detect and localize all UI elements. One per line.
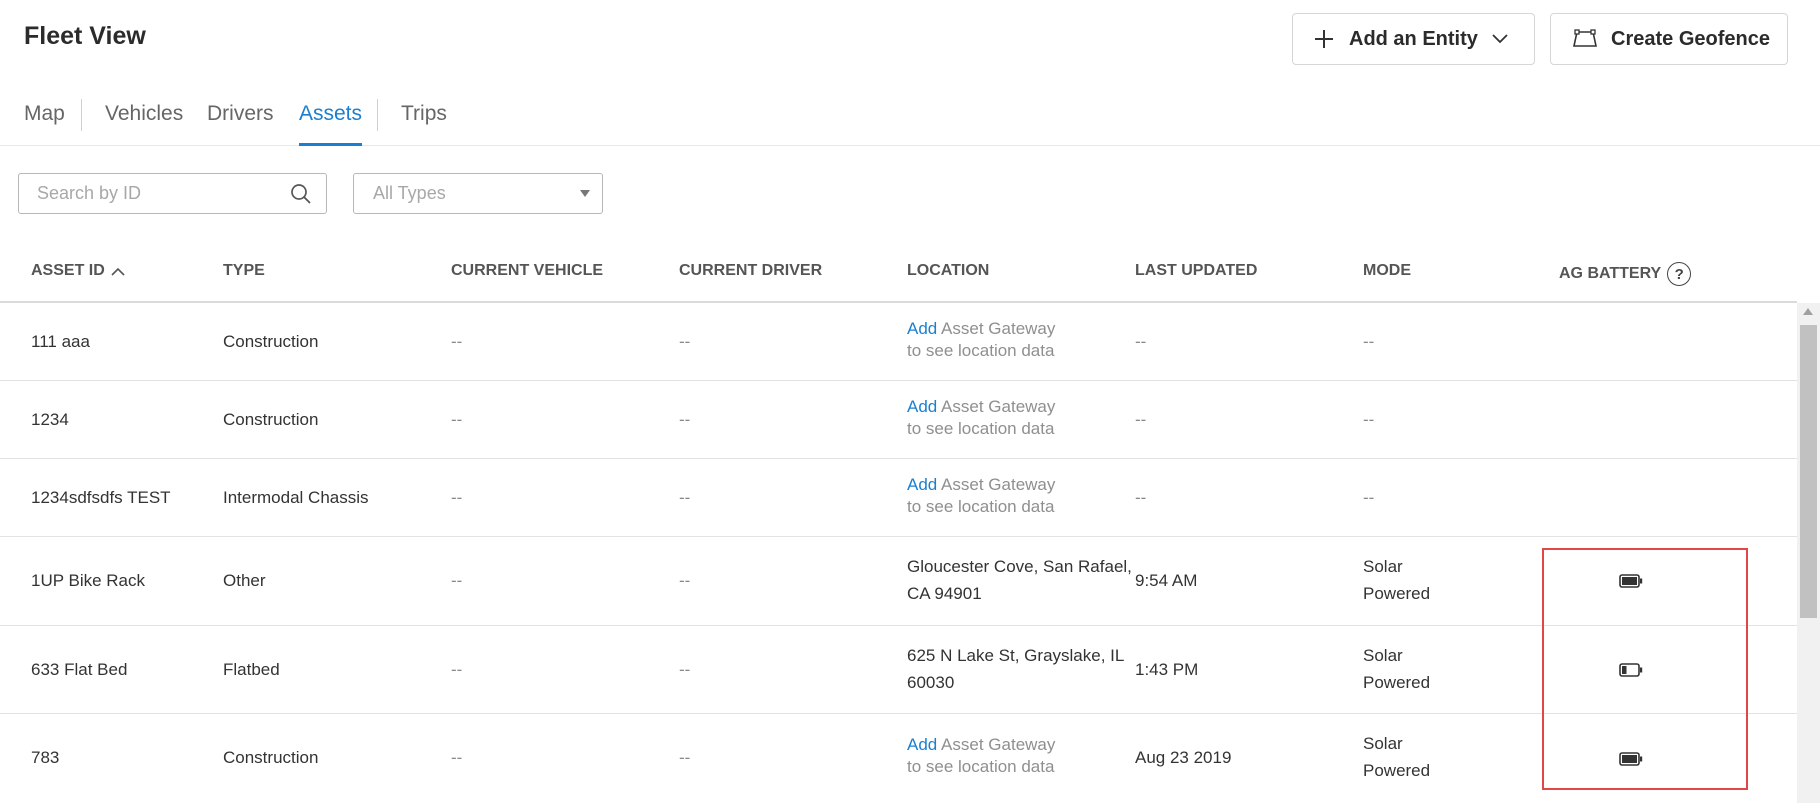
last-updated-cell: -- <box>1135 410 1147 429</box>
last-updated-cell: 9:54 AM <box>1135 571 1198 590</box>
search-input[interactable] <box>37 183 290 204</box>
add-asset-gateway-link[interactable]: Add <box>907 397 937 416</box>
add-asset-gateway-link[interactable]: Add <box>907 735 937 754</box>
search-box <box>18 173 327 214</box>
location-hint-text: Asset Gateway <box>941 735 1056 754</box>
add-entity-label: Add an Entity <box>1349 27 1478 50</box>
vertical-scrollbar[interactable] <box>1797 303 1820 803</box>
mode-cell: -- <box>1363 488 1375 507</box>
vehicle-cell: -- <box>451 488 463 507</box>
location-cell: Add Asset Gateway to see location data <box>907 318 1055 362</box>
table-row[interactable]: 111 aaa Construction -- -- Add Asset Gat… <box>0 303 1797 381</box>
location-cell: Add Asset Gateway to see location data <box>907 474 1055 518</box>
driver-cell: -- <box>679 410 691 429</box>
add-asset-gateway-link[interactable]: Add <box>907 319 937 338</box>
asset-id-cell: 111 aaa <box>31 332 90 351</box>
table-row[interactable]: 1234 Construction -- -- Add Asset Gatewa… <box>0 381 1797 459</box>
asset-id-cell: 1UP Bike Rack <box>31 571 146 590</box>
column-header-type[interactable]: TYPE <box>223 262 265 280</box>
table-row[interactable]: 633 Flat Bed Flatbed -- -- 625 N Lake St… <box>0 626 1797 714</box>
location-hint-text: to see location data <box>907 341 1055 360</box>
type-select[interactable]: All Types <box>353 173 603 214</box>
location-cell: Gloucester Cove, San Rafael, CA 94901 <box>907 557 1132 603</box>
page-title: Fleet View <box>24 22 146 50</box>
mode-cell: Solar Powered <box>1363 557 1431 603</box>
tab-divider <box>81 99 82 131</box>
column-label: ASSET ID <box>31 262 105 279</box>
location-hint-text: to see location data <box>907 757 1055 776</box>
tab-drivers[interactable]: Drivers <box>207 102 274 146</box>
vehicle-cell: -- <box>451 332 463 351</box>
location-cell: 625 N Lake St, Grayslake, IL 60030 <box>907 646 1124 692</box>
column-header-asset-id[interactable]: ASSET ID <box>31 262 125 280</box>
battery-column-highlight <box>1542 548 1748 790</box>
sort-ascending-icon <box>111 267 125 276</box>
scroll-up-arrow-icon[interactable] <box>1803 308 1813 315</box>
column-header-ag-battery: AG BATTERY ? <box>1559 262 1692 286</box>
tab-map[interactable]: Map <box>24 102 65 146</box>
asset-id-cell: 1234sdfsdfs TEST <box>31 488 171 507</box>
plus-icon <box>1315 30 1333 48</box>
scrollbar-thumb[interactable] <box>1800 325 1817 618</box>
dropdown-arrow-icon <box>580 190 590 197</box>
column-header-last-updated[interactable]: LAST UPDATED <box>1135 262 1257 280</box>
tab-vehicles[interactable]: Vehicles <box>105 102 183 146</box>
location-hint-text: Asset Gateway <box>941 319 1056 338</box>
mode-cell: Solar Powered <box>1363 734 1431 780</box>
help-icon[interactable]: ? <box>1667 262 1692 286</box>
type-cell: Other <box>223 571 266 590</box>
type-cell: Flatbed <box>223 660 280 679</box>
last-updated-cell: -- <box>1135 332 1147 351</box>
type-select-value: All Types <box>373 183 446 203</box>
driver-cell: -- <box>679 488 691 507</box>
create-geofence-button[interactable]: Create Geofence <box>1550 13 1788 65</box>
location-hint-text: to see location data <box>907 419 1055 438</box>
column-header-current-driver[interactable]: CURRENT DRIVER <box>679 262 822 280</box>
driver-cell: -- <box>679 332 691 351</box>
tab-bar: Map Vehicles Drivers Assets Trips <box>0 94 1820 146</box>
mode-cell: -- <box>1363 410 1375 429</box>
column-header-location[interactable]: LOCATION <box>907 262 989 280</box>
geofence-icon <box>1573 29 1597 47</box>
type-cell: Construction <box>223 748 319 767</box>
location-cell: Add Asset Gateway to see location data <box>907 734 1055 778</box>
type-cell: Construction <box>223 410 319 429</box>
column-header-current-vehicle[interactable]: CURRENT VEHICLE <box>451 262 603 280</box>
add-entity-button[interactable]: Add an Entity <box>1292 13 1535 65</box>
location-hint-text: Asset Gateway <box>941 397 1056 416</box>
driver-cell: -- <box>679 660 691 679</box>
last-updated-cell: -- <box>1135 488 1147 507</box>
vehicle-cell: -- <box>451 660 463 679</box>
table-row[interactable]: 783 Construction -- -- Add Asset Gateway… <box>0 714 1797 803</box>
mode-cell: Solar Powered <box>1363 646 1431 692</box>
tab-divider <box>377 99 378 131</box>
vehicle-cell: -- <box>451 748 463 767</box>
location-hint-text: to see location data <box>907 497 1055 516</box>
location-hint-text: Asset Gateway <box>941 475 1056 494</box>
asset-id-cell: 783 <box>31 748 60 767</box>
asset-id-cell: 633 Flat Bed <box>31 660 128 679</box>
add-asset-gateway-link[interactable]: Add <box>907 475 937 494</box>
tab-trips[interactable]: Trips <box>401 102 447 146</box>
type-cell: Construction <box>223 332 319 351</box>
vehicle-cell: -- <box>451 571 463 590</box>
location-cell: Add Asset Gateway to see location data <box>907 396 1055 440</box>
mode-cell: -- <box>1363 332 1375 351</box>
table-row[interactable]: 1234sdfsdfs TEST Intermodal Chassis -- -… <box>0 459 1797 537</box>
last-updated-cell: 1:43 PM <box>1135 660 1199 679</box>
table-row[interactable]: 1UP Bike Rack Other -- -- Gloucester Cov… <box>0 537 1797 626</box>
column-label: AG BATTERY <box>1559 265 1662 282</box>
column-header-mode[interactable]: MODE <box>1363 262 1411 280</box>
asset-id-cell: 1234 <box>31 410 69 429</box>
table-header: ASSET ID TYPE CURRENT VEHICLE CURRENT DR… <box>0 250 1797 303</box>
search-icon[interactable] <box>290 183 312 205</box>
last-updated-cell: Aug 23 2019 <box>1135 748 1232 767</box>
type-cell: Intermodal Chassis <box>223 488 369 507</box>
driver-cell: -- <box>679 571 691 590</box>
chevron-down-icon <box>1492 34 1508 44</box>
tab-assets[interactable]: Assets <box>299 102 363 146</box>
create-geofence-label: Create Geofence <box>1611 27 1770 50</box>
driver-cell: -- <box>679 748 691 767</box>
vehicle-cell: -- <box>451 410 463 429</box>
